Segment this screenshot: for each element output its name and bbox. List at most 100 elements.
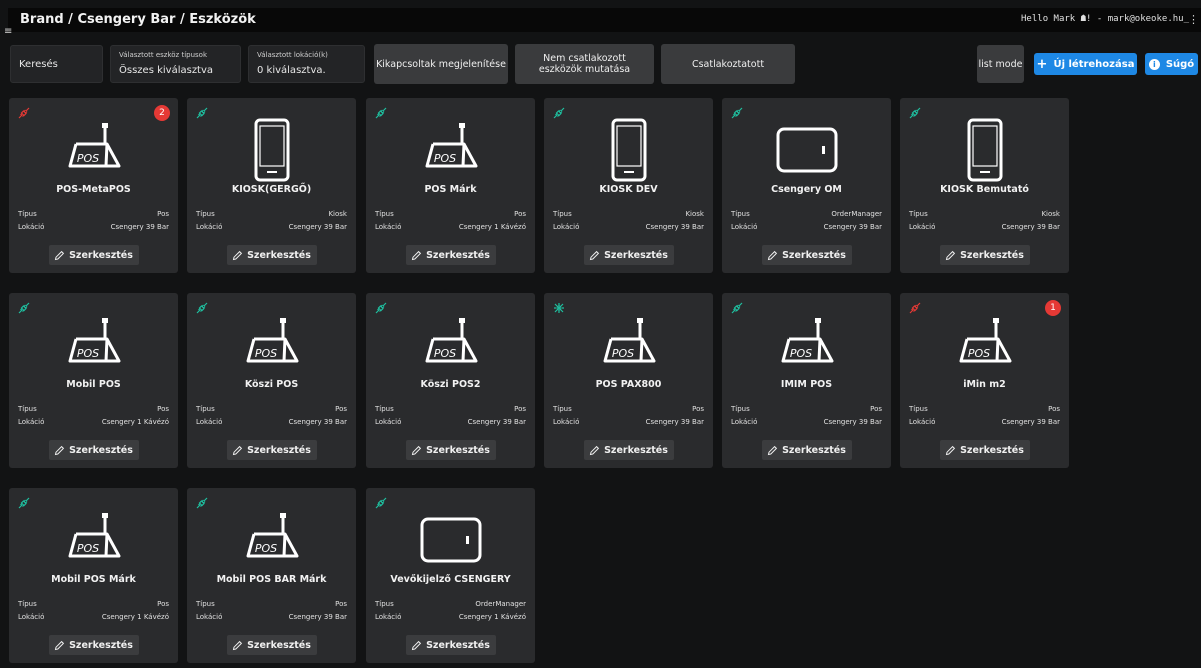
edit-label: Szerkesztés bbox=[960, 249, 1024, 261]
user-greeting[interactable]: Hello Mark ☗! - mark@okeoke.hu_ bbox=[1021, 14, 1189, 24]
edit-button[interactable]: Szerkesztés bbox=[405, 635, 496, 655]
help-button[interactable]: i Súgó bbox=[1145, 53, 1198, 75]
device-name: KIOSK DEV bbox=[599, 184, 658, 195]
location-filter-value: 0 kiválasztva. bbox=[257, 65, 326, 76]
device-type-filter[interactable]: Választott eszköz típusok Összes kiválas… bbox=[110, 45, 241, 83]
location-value: Csengery 39 Bar bbox=[1001, 418, 1060, 426]
svg-text:POS: POS bbox=[76, 347, 98, 360]
pencil-icon bbox=[54, 250, 65, 260]
edit-button[interactable]: Szerkesztés bbox=[405, 245, 496, 265]
notification-badge: 1 bbox=[1045, 300, 1061, 316]
device-card[interactable]: POS Mobil POS BAR Márk Típus Pos Lokáció… bbox=[187, 488, 356, 663]
device-card[interactable]: POS Mobil POS Típus Pos Lokáció Csengery… bbox=[9, 293, 178, 468]
create-new-button[interactable]: + Új létrehozása bbox=[1034, 53, 1137, 75]
edit-button[interactable]: Szerkesztés bbox=[226, 440, 317, 460]
device-card[interactable]: POS IMIM POS Típus Pos Lokáció Csengery … bbox=[722, 293, 891, 468]
unplugged-icon bbox=[553, 299, 565, 313]
pos-terminal-icon: POS bbox=[419, 313, 483, 381]
device-card[interactable]: KIOSK(GERGŐ) Típus Kiosk Lokáció Csenger… bbox=[187, 98, 356, 273]
breadcrumb[interactable]: Brand / Csengery Bar / Eszközök bbox=[20, 12, 256, 27]
location-label: Lokáció bbox=[731, 223, 758, 231]
edit-label: Szerkesztés bbox=[782, 249, 846, 261]
filter-bar: Keresés Választott eszköz típusok Összes… bbox=[0, 32, 1201, 90]
edit-button[interactable]: Szerkesztés bbox=[761, 245, 852, 265]
device-card[interactable]: 1 POS iMin m2 Típus Pos Lokáció Csengery… bbox=[900, 293, 1069, 468]
device-type-filter-label: Választott eszköz típusok bbox=[119, 51, 207, 59]
device-card[interactable]: POS Mobil POS Márk Típus Pos Lokáció Cse… bbox=[9, 488, 178, 663]
type-value: Pos bbox=[870, 405, 882, 413]
device-card[interactable]: POS POS PAX800 Típus Pos Lokáció Csenger… bbox=[544, 293, 713, 468]
pencil-icon bbox=[54, 445, 65, 455]
location-value: Csengery 39 Bar bbox=[823, 418, 882, 426]
device-card[interactable]: POS Köszi POS2 Típus Pos Lokáció Csenger… bbox=[366, 293, 535, 468]
connected-plug-icon bbox=[196, 299, 208, 314]
device-name: Köszi POS bbox=[244, 379, 299, 390]
pos-terminal-icon: POS bbox=[62, 118, 126, 186]
location-value: Csengery 39 Bar bbox=[288, 418, 347, 426]
type-label: Típus bbox=[375, 405, 394, 413]
edit-button[interactable]: Szerkesztés bbox=[48, 635, 139, 655]
location-value: Csengery 39 Bar bbox=[1001, 223, 1060, 231]
edit-button[interactable]: Szerkesztés bbox=[761, 440, 852, 460]
device-card[interactable]: POS POS Márk Típus Pos Lokáció Csengery … bbox=[366, 98, 535, 273]
pencil-icon bbox=[945, 250, 956, 260]
device-card[interactable]: KIOSK DEV Típus Kiosk Lokáció Csengery 3… bbox=[544, 98, 713, 273]
type-value: OrderManager bbox=[475, 600, 526, 608]
edit-button[interactable]: Szerkesztés bbox=[226, 245, 317, 265]
type-label: Típus bbox=[196, 405, 215, 413]
location-value: Csengery 39 Bar bbox=[110, 223, 169, 231]
edit-button[interactable]: Szerkesztés bbox=[48, 245, 139, 265]
location-label: Lokáció bbox=[553, 223, 580, 231]
device-name: Vevőkijelző CSENGERY bbox=[390, 574, 511, 585]
edit-button[interactable]: Szerkesztés bbox=[226, 635, 317, 655]
device-card[interactable]: 2 POS POS-MetaPOS Típus Pos Lokáció Csen… bbox=[9, 98, 178, 273]
search-input[interactable]: Keresés bbox=[10, 45, 103, 83]
edit-button[interactable]: Szerkesztés bbox=[583, 440, 674, 460]
location-value: Csengery 39 Bar bbox=[288, 223, 347, 231]
edit-button[interactable]: Szerkesztés bbox=[939, 245, 1030, 265]
pencil-icon bbox=[411, 445, 422, 455]
list-mode-button[interactable]: list mode bbox=[977, 45, 1024, 83]
edit-button[interactable]: Szerkesztés bbox=[48, 440, 139, 460]
type-label: Típus bbox=[553, 210, 572, 218]
location-value: Csengery 39 Bar bbox=[645, 223, 704, 231]
svg-text:POS: POS bbox=[433, 152, 455, 165]
device-card[interactable]: KIOSK Bemutató Típus Kiosk Lokáció Cseng… bbox=[900, 98, 1069, 273]
pos-terminal-icon: POS bbox=[62, 313, 126, 381]
type-label: Típus bbox=[731, 405, 750, 413]
location-label: Lokáció bbox=[909, 223, 936, 231]
device-type-filter-value: Összes kiválasztva bbox=[119, 65, 214, 76]
edit-button[interactable]: Szerkesztés bbox=[939, 440, 1030, 460]
svg-text:POS: POS bbox=[967, 347, 989, 360]
location-label: Lokáció bbox=[909, 418, 936, 426]
connected-filter-button[interactable]: Csatlakoztatott bbox=[661, 44, 795, 84]
device-card[interactable]: POS Köszi POS Típus Pos Lokáció Csengery… bbox=[187, 293, 356, 468]
device-card[interactable]: Csengery OM Típus OrderManager Lokáció C… bbox=[722, 98, 891, 273]
device-card[interactable]: Vevőkijelző CSENGERY Típus OrderManager … bbox=[366, 488, 535, 663]
type-label: Típus bbox=[196, 600, 215, 608]
location-label: Lokáció bbox=[553, 418, 580, 426]
more-menu-icon[interactable]: ⋮ bbox=[1188, 13, 1199, 26]
search-label: Keresés bbox=[19, 59, 58, 70]
type-value: Pos bbox=[157, 210, 169, 218]
location-filter[interactable]: Választott lokáció(k) 0 kiválasztva. bbox=[248, 45, 365, 83]
show-disconnected-button[interactable]: Kikapcsoltak megjelenítése bbox=[374, 44, 508, 84]
location-value: Csengery 39 Bar bbox=[645, 418, 704, 426]
svg-text:POS: POS bbox=[611, 347, 633, 360]
edit-button[interactable]: Szerkesztés bbox=[405, 440, 496, 460]
edit-button[interactable]: Szerkesztés bbox=[583, 245, 674, 265]
edit-label: Szerkesztés bbox=[69, 249, 133, 261]
location-filter-label: Választott lokáció(k) bbox=[257, 51, 328, 59]
location-value: Csengery 1 Kávézó bbox=[458, 613, 526, 621]
connected-plug-icon bbox=[196, 104, 208, 119]
edit-label: Szerkesztés bbox=[960, 444, 1024, 456]
device-name: Mobil POS Márk bbox=[51, 574, 136, 585]
pos-terminal-icon: POS bbox=[240, 313, 304, 381]
show-unconnected-button[interactable]: Nem csatlakozott eszközök mutatása bbox=[515, 44, 654, 84]
location-label: Lokáció bbox=[18, 613, 45, 621]
type-value: Pos bbox=[1048, 405, 1060, 413]
disconnected-plug-icon bbox=[909, 299, 921, 314]
device-name: KIOSK Bemutató bbox=[940, 184, 1029, 195]
connected-plug-icon bbox=[909, 104, 921, 119]
edit-label: Szerkesztés bbox=[426, 249, 490, 261]
